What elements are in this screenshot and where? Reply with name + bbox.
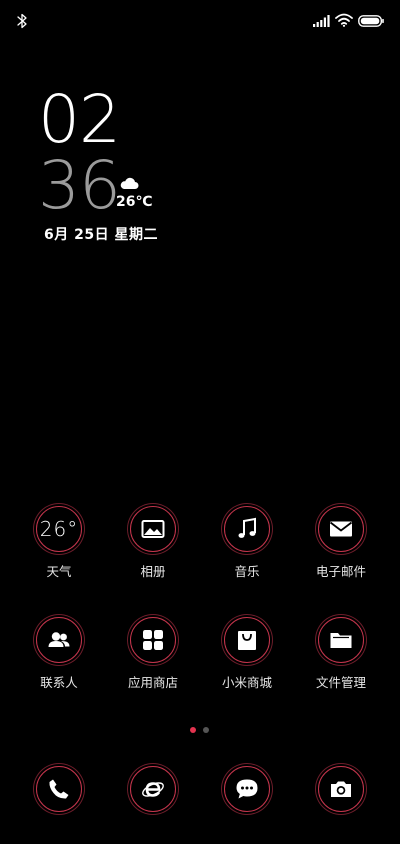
clock-minute: 36	[38, 147, 121, 224]
phone-icon	[49, 779, 69, 799]
app-file-manager[interactable]: 文件管理	[293, 617, 389, 707]
contacts-icon	[48, 632, 70, 647]
app-store-icon	[143, 630, 163, 650]
app-label: 联系人	[40, 675, 78, 690]
music-icon-ring	[224, 506, 270, 552]
wifi-icon	[335, 13, 353, 27]
bluetooth-icon	[17, 13, 27, 29]
app-weather[interactable]: 26° 天气	[11, 506, 107, 596]
app-label: 文件管理	[315, 675, 366, 690]
clock-hour: 02	[38, 81, 121, 158]
app-email[interactable]: 电子邮件	[293, 506, 389, 596]
folder-icon	[330, 633, 352, 648]
shopping-bag-icon	[238, 631, 256, 650]
gallery-icon	[141, 520, 165, 538]
app-label: 电子邮件	[315, 564, 366, 579]
dock-camera[interactable]	[293, 766, 389, 816]
weather-mini: 26℃	[116, 176, 156, 216]
mail-icon-ring	[318, 506, 364, 552]
page-dot[interactable]	[203, 727, 209, 733]
camera-icon-ring	[318, 766, 364, 812]
app-contacts[interactable]: 联系人	[11, 617, 107, 707]
cloud-icon	[120, 177, 139, 189]
app-store[interactable]: 应用商店	[105, 617, 201, 707]
app-label: 相册	[140, 564, 166, 579]
app-label: 应用商店	[127, 675, 178, 690]
date-text: 6月 25日 星期二	[44, 227, 158, 243]
app-mi-mall[interactable]: 小米商城	[199, 617, 295, 707]
page-indicator[interactable]	[188, 727, 212, 735]
dock-messages[interactable]	[199, 766, 295, 816]
music-icon	[238, 517, 256, 538]
app-label: 小米商城	[221, 675, 272, 690]
app-label: 音乐	[234, 564, 260, 579]
browser-icon-ring	[130, 766, 176, 812]
browser-icon	[142, 782, 164, 797]
camera-icon	[331, 781, 351, 797]
app-label: 天气	[46, 564, 72, 579]
app-music[interactable]: 音乐	[199, 506, 295, 596]
mail-icon	[329, 521, 353, 537]
dock-browser[interactable]	[105, 766, 201, 816]
weather-temp: 26℃	[116, 194, 153, 210]
battery-icon	[358, 15, 384, 27]
contacts-icon-ring	[36, 617, 82, 663]
gallery-icon-ring	[130, 506, 176, 552]
dock-phone[interactable]	[11, 766, 107, 816]
signal-icon	[313, 15, 330, 27]
app-store-icon-ring	[130, 617, 176, 663]
shopping-bag-icon-ring	[224, 617, 270, 663]
weather-icon-text: 26°	[39, 517, 79, 541]
phone-icon-ring	[36, 766, 82, 812]
app-gallery[interactable]: 相册	[105, 506, 201, 596]
folder-icon-ring	[318, 617, 364, 663]
page-dot-active[interactable]	[190, 727, 196, 733]
messages-icon-ring	[224, 766, 270, 812]
weather-icon: 26°	[36, 506, 82, 552]
status-bar	[0, 0, 400, 40]
messages-icon	[236, 779, 258, 799]
